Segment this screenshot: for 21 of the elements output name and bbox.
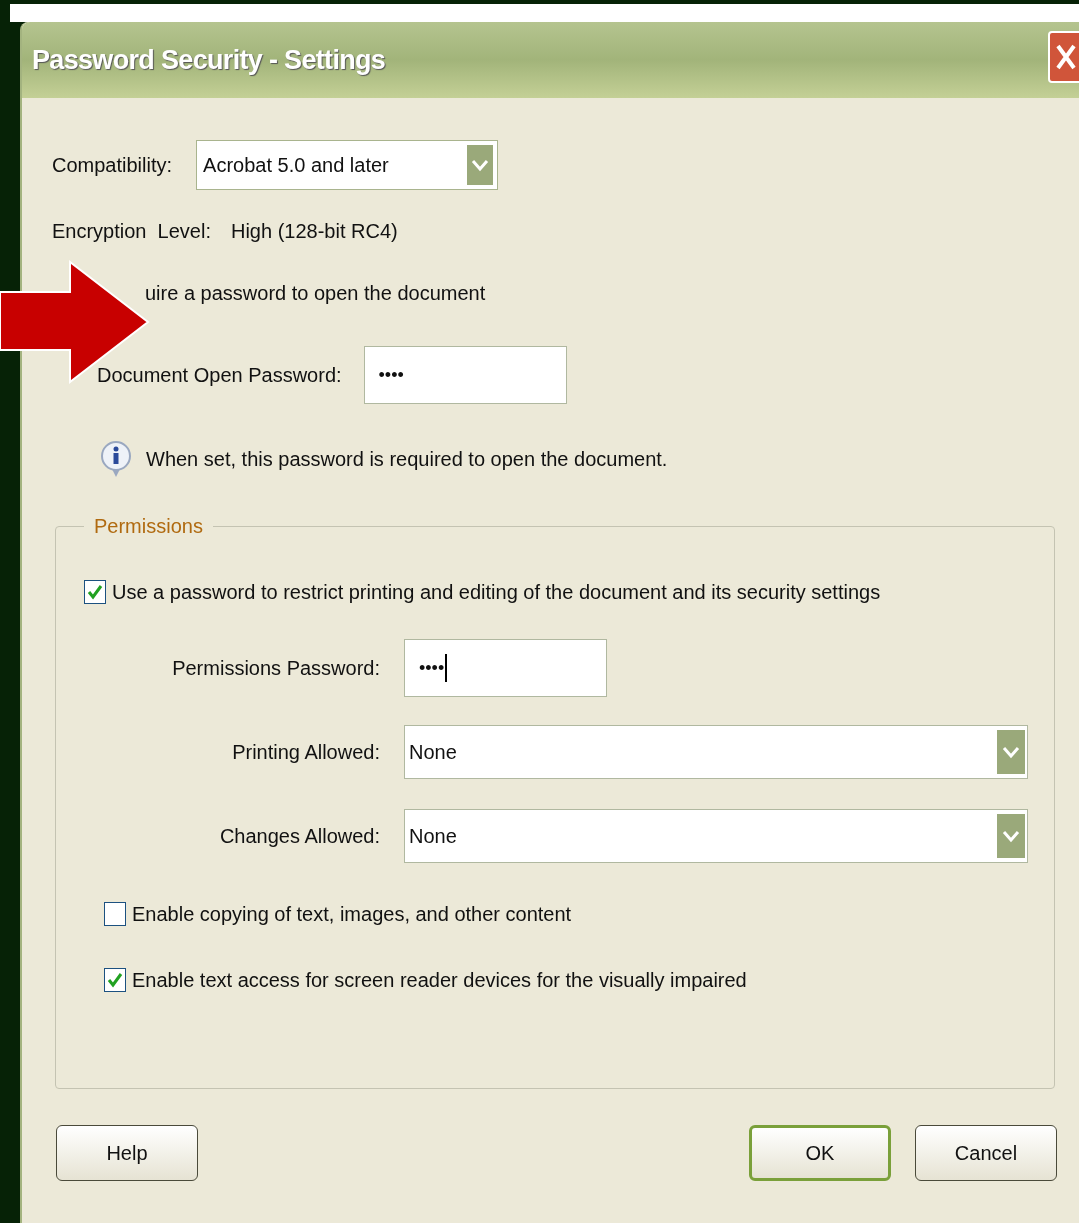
field-label: Compatibility: (52, 153, 173, 178)
field-label: Encryption Level: (52, 219, 211, 244)
field-label: Document Open Password: (97, 363, 342, 388)
field-label: Permissions Password: (171, 656, 380, 681)
checkbox-label: Enable text access for screen reader devices for the visually impaired (132, 968, 747, 993)
dialog-button[interactable]: OK (749, 1125, 891, 1181)
password-field[interactable]: •••• (404, 639, 607, 697)
dropdown[interactable]: None (404, 809, 1028, 863)
window-title: Password Security - Settings (32, 43, 386, 77)
checkbox-label: Enable copying of text, images, and other content (132, 902, 572, 927)
dropdown[interactable]: None (404, 725, 1028, 779)
info-text: When set, this password is required to open the document. (146, 447, 668, 472)
compatibility-dropdown[interactable]: Acrobat 5.0 and later (196, 140, 499, 190)
field-label: Changes Allowed: (218, 824, 380, 849)
checkbox-label: uire a password to open the document (145, 281, 486, 306)
password-field[interactable]: •••• (363, 346, 567, 404)
field-label: Printing Allowed: (231, 740, 380, 765)
checkbox-label: Use a password to restrict printing and editing of the document and its security settings (112, 580, 881, 605)
encryption-level: High (128-bit RC4) (231, 219, 398, 244)
dialog-button[interactable]: Help (56, 1125, 198, 1181)
dialog-button[interactable]: Cancel (915, 1125, 1057, 1181)
